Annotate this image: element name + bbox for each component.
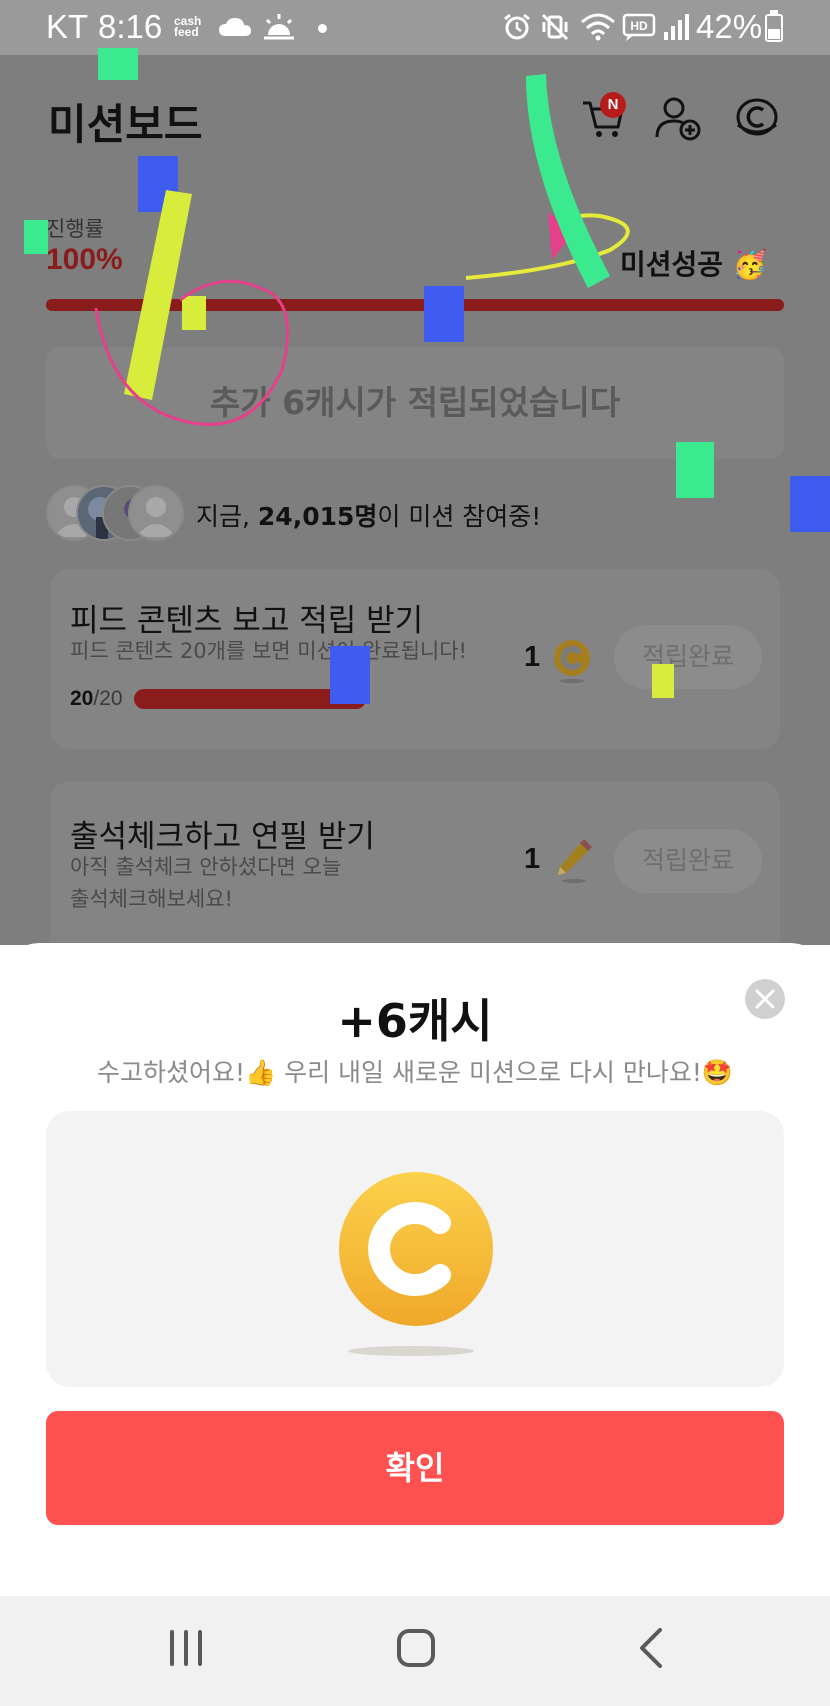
mission-progress-bar: [46, 299, 784, 311]
confirm-button[interactable]: 확인: [46, 1411, 784, 1525]
status-bar: KT 8:16 cash feed HD 42%: [0, 0, 830, 55]
participants-count: 24,015명: [257, 502, 378, 531]
bonus-banner: 추가 6캐시가 적립되었습니다: [46, 347, 784, 459]
sunrise-icon: [264, 14, 294, 40]
mission-progress-done: 20: [70, 687, 94, 710]
mission-card-feed[interactable]: 피드 콘텐츠 보고 적립 받기 피드 콘텐츠 20개를 보면 미션이 완료됩니다…: [50, 569, 780, 749]
vibrate-icon: [541, 13, 569, 41]
notification-dot: [318, 24, 327, 33]
add-friend-icon[interactable]: [654, 95, 702, 141]
claim-complete-button[interactable]: 적립완료: [614, 625, 762, 689]
mission-progress-count: 20/20: [70, 687, 123, 711]
progress-value: 100%: [46, 243, 123, 276]
mission-card-attendance[interactable]: 출석체크하고 연필 받기 아직 출석체크 안하셨다면 오늘출석체크해보세요! 1…: [50, 781, 780, 945]
cash-coin-icon: [339, 1172, 493, 1326]
cash-coin-icon: [554, 640, 590, 683]
mission-success-label: 미션성공 🥳: [620, 243, 768, 283]
reward-message: 수고하셨어요!👍 우리 내일 새로운 미션으로 다시 만나요!🤩: [97, 1058, 733, 1087]
mission-title: 출석체크하고 연필 받기: [70, 819, 375, 855]
participants-suffix: 이 미션 참여중!: [377, 502, 542, 531]
mission-progress-fill: [46, 299, 784, 311]
alarm-icon: [504, 13, 530, 40]
participants-prefix: 지금,: [196, 502, 258, 531]
mission-description: 피드 콘텐츠 20개를 보면 미션이 완료됩니다!: [70, 639, 467, 663]
signal-icon: [664, 14, 689, 40]
page-title: 미션보드: [48, 100, 203, 149]
system-nav-bar: [0, 1596, 830, 1706]
cart-new-badge: N: [600, 92, 626, 118]
mission-board-screen: 미션보드 N 진행률 100% 미션성공 🥳 추가 6캐시가 적립되었습니다 지…: [0, 55, 830, 945]
mission-reward-amount: 1: [524, 843, 541, 875]
mission-progress-total: /20: [93, 687, 123, 710]
mission-title: 피드 콘텐츠 보고 적립 받기: [70, 603, 424, 639]
mission-progress-bar: [134, 689, 366, 709]
cash-coin-icon[interactable]: [734, 95, 780, 141]
reward-coin-panel: [46, 1111, 784, 1387]
party-face-emoji: 🥳: [732, 248, 768, 281]
recent-apps-icon[interactable]: [166, 1626, 206, 1670]
hd-voice-icon: HD: [622, 13, 656, 41]
pencil-icon: [558, 839, 592, 883]
battery-icon: [765, 10, 783, 42]
cloud-icon: [219, 18, 251, 36]
mission-success-text: 미션성공: [620, 248, 724, 281]
cashfeed-notification-icon: cash feed: [174, 15, 201, 39]
carrier-label: KT: [46, 8, 89, 45]
reward-title: +6캐시: [337, 994, 493, 1048]
mission-description: 아직 출석체크 안하셨다면 오늘출석체크해보세요!: [70, 851, 341, 915]
home-icon[interactable]: [396, 1626, 436, 1670]
mission-description-line1: 아직 출석체크 안하셨다면 오늘: [70, 855, 342, 879]
wifi-icon: [581, 13, 615, 41]
svg-text:HD: HD: [630, 19, 648, 33]
claim-complete-button[interactable]: 적립완료: [614, 829, 762, 893]
coin-shadow: [348, 1346, 474, 1356]
progress-label: 진행률: [46, 217, 104, 241]
mission-description-line2: 출석체크해보세요!: [70, 887, 233, 911]
close-button[interactable]: [745, 979, 785, 1019]
mission-reward-amount: 1: [524, 641, 541, 673]
reward-bottom-sheet: +6캐시 수고하셨어요!👍 우리 내일 새로운 미션으로 다시 만나요!🤩 확인: [0, 943, 830, 1596]
close-icon: [755, 989, 775, 1009]
avatar: [128, 485, 184, 541]
battery-percent: 42%: [696, 8, 763, 45]
cashfeed-logo-line2: feed: [174, 25, 199, 39]
back-icon[interactable]: [632, 1626, 672, 1670]
participants-count-text: 지금, 24,015명이 미션 참여중!: [196, 497, 541, 533]
clock: 8:16: [98, 8, 163, 45]
